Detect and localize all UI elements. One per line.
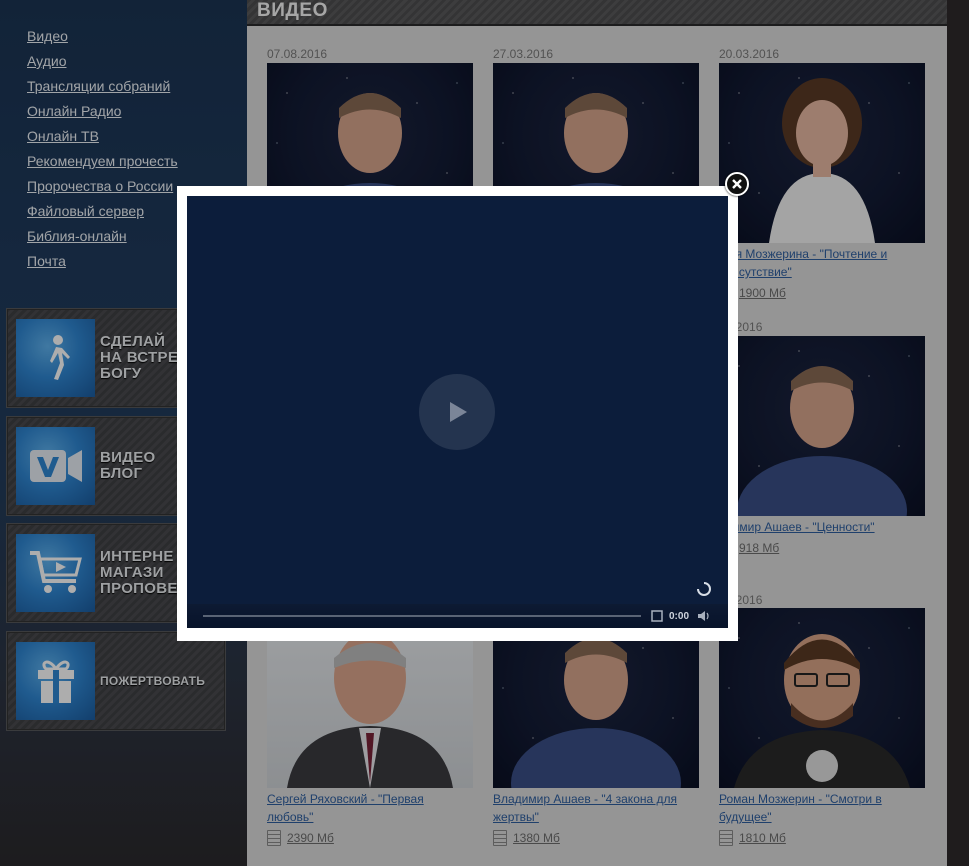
fullscreen-icon[interactable] bbox=[651, 610, 663, 622]
time-display: 0:00 bbox=[669, 610, 690, 622]
loading-spinner-icon bbox=[697, 582, 711, 601]
video-player[interactable]: 0:00 bbox=[187, 196, 728, 628]
close-icon bbox=[732, 179, 742, 189]
player-controls: 0:00 bbox=[187, 604, 728, 628]
play-icon bbox=[450, 402, 467, 422]
volume-icon[interactable] bbox=[697, 610, 711, 622]
play-button[interactable] bbox=[419, 374, 495, 450]
close-modal-button[interactable] bbox=[725, 172, 749, 196]
video-modal: 0:00 bbox=[177, 186, 738, 641]
progress-bar[interactable] bbox=[203, 615, 641, 617]
